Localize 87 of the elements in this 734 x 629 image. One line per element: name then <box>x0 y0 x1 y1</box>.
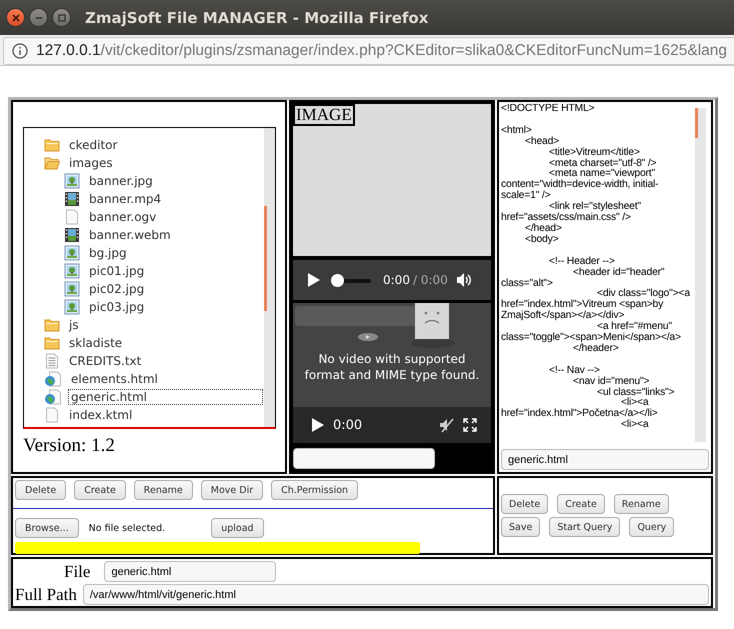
tree-item[interactable]: ckeditor <box>24 136 263 154</box>
query-button[interactable]: Start Query <box>549 517 620 537</box>
action-button[interactable]: Create <box>74 480 126 500</box>
tree-item[interactable]: banner.mp4 <box>24 190 263 208</box>
image-file-icon <box>64 281 80 297</box>
current-time: 0:00 <box>383 273 410 287</box>
address-field[interactable]: 127.0.0.1/vit/ckeditor/plugins/zsmanager/index.php?CKEditor=slika0&CKEditorFuncNum=1625&lang <box>3 37 734 65</box>
version-label: Version: 1.2 <box>23 435 116 457</box>
file-name: ckeditor <box>68 137 118 153</box>
text-file-icon <box>44 353 60 369</box>
play-icon[interactable] <box>307 272 321 288</box>
image-file-icon <box>64 299 80 315</box>
action-button[interactable]: Rename <box>134 480 193 500</box>
file-field[interactable]: generic.html <box>104 561 276 582</box>
browse-button[interactable]: Browse... <box>15 518 79 538</box>
file-name: js <box>68 317 80 333</box>
file-status: No file selected. <box>88 522 166 534</box>
close-icon[interactable] <box>6 8 25 27</box>
tree-item[interactable]: banner.ogv <box>24 208 263 226</box>
query-button[interactable]: Save <box>501 517 540 537</box>
tree-item[interactable]: bg.jpg <box>24 244 263 262</box>
url-host: 127.0.0.1 <box>36 42 101 60</box>
volume-icon[interactable] <box>456 272 472 288</box>
url-path: /vit/ckeditor/plugins/zsmanager/index.php?CKEditor=slika0&CKEditorFuncNum=1625&lang <box>100 42 728 60</box>
window-title: ZmajSoft File MANAGER - Mozilla Firefox <box>85 8 428 26</box>
query-button[interactable]: Query <box>629 517 674 537</box>
file-name: generic.html <box>68 389 263 405</box>
tree-item[interactable]: pic01.jpg <box>24 262 263 280</box>
file-name: pic01.jpg <box>88 263 146 279</box>
tree-item[interactable]: images <box>24 154 263 172</box>
image-file-icon <box>64 245 80 261</box>
globe-file-icon <box>44 389 62 405</box>
maximize-icon[interactable] <box>52 8 71 27</box>
file-name: index.ktml <box>68 407 134 423</box>
text-field[interactable] <box>293 448 435 469</box>
path-label: Full Path <box>15 584 77 604</box>
file-name: pic02.jpg <box>88 281 146 297</box>
file-name-field[interactable]: generic.html <box>501 449 709 470</box>
seek-slider[interactable] <box>331 274 371 286</box>
image-file-icon <box>64 263 80 279</box>
file-name: bg.jpg <box>88 245 128 261</box>
scrollbar[interactable] <box>695 108 706 442</box>
query-button[interactable]: Create <box>557 494 605 514</box>
tree-item[interactable]: elements.html <box>24 370 263 388</box>
tree-item[interactable]: banner.webm <box>24 226 263 244</box>
tree-item[interactable]: pic02.jpg <box>24 280 263 298</box>
image-label: IMAGE <box>293 104 355 126</box>
tree-item[interactable]: pic03.jpg <box>24 298 263 316</box>
play-icon[interactable] <box>311 417 325 433</box>
file-icon <box>64 209 80 225</box>
upload-button[interactable]: upload <box>211 518 264 538</box>
muted-icon[interactable] <box>439 417 455 433</box>
globe-file-icon <box>44 371 62 387</box>
fullscreen-icon[interactable] <box>463 418 477 432</box>
minimize-icon[interactable] <box>29 8 48 27</box>
selected-tree-item[interactable]: generic.html <box>24 388 263 406</box>
file-name: elements.html <box>70 371 159 387</box>
action-button[interactable]: Move Dir <box>200 480 264 500</box>
file-name: CREDITS.txt <box>68 353 142 369</box>
action-button[interactable]: Ch.Permission <box>271 480 358 500</box>
file-name: banner.jpg <box>88 173 154 189</box>
image-file-icon <box>64 173 80 189</box>
duration: / 0:00 <box>412 273 448 287</box>
tree-item[interactable]: skladiste <box>24 334 263 352</box>
tree-item[interactable]: index.ktml <box>24 406 263 424</box>
file-name: banner.ogv <box>88 209 158 225</box>
path-field[interactable]: /var/www/html/vit/generic.html <box>82 584 709 605</box>
query-button[interactable]: Rename <box>614 494 669 514</box>
film-icon <box>64 227 80 243</box>
file-name: pic03.jpg <box>88 299 146 315</box>
file-name: banner.mp4 <box>88 191 162 207</box>
query-button[interactable]: Delete <box>501 494 548 514</box>
file-name: banner.webm <box>88 227 172 243</box>
film-icon <box>64 191 80 207</box>
scrollbar[interactable] <box>264 128 275 427</box>
tree-item[interactable]: js <box>24 316 263 334</box>
current-time: 0:00 <box>333 418 362 432</box>
tree-item[interactable]: CREDITS.txt <box>24 352 263 370</box>
action-button[interactable]: Delete <box>15 480 66 500</box>
file-name: skladiste <box>68 335 124 351</box>
file-label: File <box>64 562 90 582</box>
tree-item[interactable]: banner.jpg <box>24 172 263 190</box>
unsupported-video-message: No video with supported format and MIME type found. <box>304 351 480 383</box>
code-text: <!DOCTYPE HTML> <html> <head> <title>Vitreum</title> <meta charset="utf-8" /> <meta name="viewport" content="width=device-width, initial-scale=1" /> <link rel="stylesheet" href="assets/css/main.css" /> </head> <body> <!-- Header --> <header id="header" class="alt"> <div class="logo"><a href="index.html">Vitreum <span>by ZmajSoft</span></a></div> <a href="#menu" class="toggle"><span>Meni</span></a> </header> <!-- Nav --> <nav id="menu"> <ul class="links"> <li><a href="index.html">Početna</a></li> <li><a <box>501 104 692 432</box>
info-icon[interactable] <box>12 43 28 59</box>
file-name: images <box>68 155 114 171</box>
file-icon <box>44 407 60 423</box>
